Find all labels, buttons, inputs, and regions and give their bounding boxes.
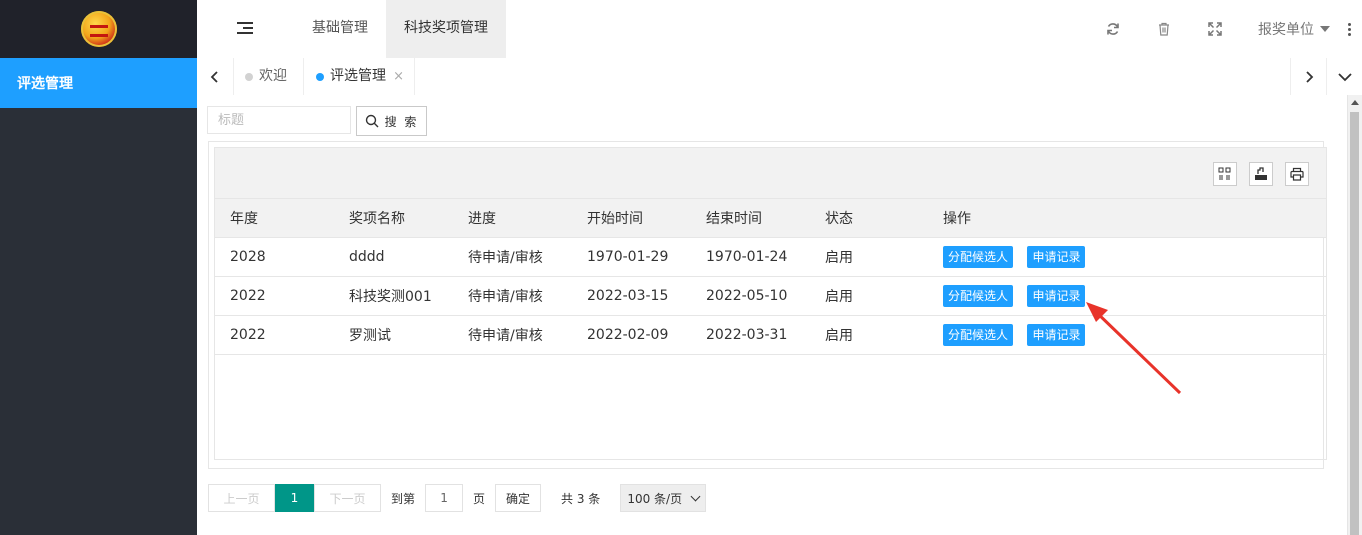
title-search-input[interactable] bbox=[207, 106, 351, 134]
more-vertical-icon[interactable] bbox=[1336, 22, 1362, 36]
caret-down-icon bbox=[1320, 26, 1330, 32]
cell-start-time: 2022-03-15 bbox=[572, 276, 691, 316]
cell-start-time: 2022-02-09 bbox=[572, 315, 691, 355]
cell-award-name: 罗测试 bbox=[334, 315, 453, 355]
cell-progress: 待申请/审核 bbox=[453, 315, 572, 355]
search-button-label: 搜 索 bbox=[384, 114, 419, 129]
table-row: 2028 dddd 待申请/审核 1970-01-29 1970-01-24 启… bbox=[215, 237, 1326, 277]
cell-end-time: 2022-03-31 bbox=[691, 315, 810, 355]
tab-label: 欢迎 bbox=[259, 68, 287, 84]
tab-dot-icon bbox=[245, 73, 253, 81]
next-page-button[interactable]: 下一页 bbox=[314, 484, 381, 512]
header-tools: 报奖单位 bbox=[1087, 0, 1362, 58]
cell-year: 2022 bbox=[215, 315, 334, 355]
vertical-scrollbar[interactable] bbox=[1347, 95, 1362, 535]
tab-review-management[interactable]: 评选管理 × bbox=[304, 58, 415, 95]
col-header-actions: 操作 bbox=[928, 199, 1326, 238]
page-size-value: 100 条/页 bbox=[627, 491, 683, 506]
menu-toggle-icon[interactable] bbox=[237, 19, 255, 39]
cell-award-name: 科技奖测001 bbox=[334, 276, 453, 316]
application-record-button[interactable]: 申请记录 bbox=[1027, 324, 1086, 346]
pagination: 上一页 1 下一页 到第 页 确定 共 3 条 100 条/页 bbox=[208, 483, 707, 513]
refresh-icon[interactable] bbox=[1087, 0, 1138, 58]
logo-area bbox=[0, 0, 197, 58]
cell-actions: 分配候选人 申请记录 bbox=[928, 237, 1326, 277]
tab-tools bbox=[1290, 58, 1362, 95]
sidebar-item-label: 评选管理 bbox=[17, 76, 73, 92]
chevron-down-icon bbox=[690, 491, 701, 502]
goto-page-input[interactable] bbox=[425, 484, 464, 512]
fullscreen-icon[interactable] bbox=[1189, 0, 1240, 58]
unit-dropdown[interactable]: 报奖单位 bbox=[1240, 19, 1336, 39]
sidebar-item-review-management[interactable]: 评选管理 bbox=[0, 58, 197, 108]
tab-options-chevron-down-icon[interactable] bbox=[1326, 58, 1362, 95]
total-count: 共 3 条 bbox=[561, 491, 601, 506]
assign-candidate-button[interactable]: 分配候选人 bbox=[943, 285, 1014, 307]
tab-scroll-left-icon[interactable] bbox=[197, 58, 234, 95]
scrollbar-thumb[interactable] bbox=[1350, 112, 1359, 535]
col-header-status: 状态 bbox=[810, 199, 928, 238]
scroll-up-icon[interactable] bbox=[1351, 100, 1359, 105]
cell-progress: 待申请/审核 bbox=[453, 276, 572, 316]
sidebar: 评选管理 bbox=[0, 0, 197, 535]
col-header-end-time: 结束时间 bbox=[691, 199, 810, 238]
table-toolbar bbox=[215, 148, 1326, 199]
nav-tech-award-management[interactable]: 科技奖项管理 bbox=[386, 0, 506, 58]
col-header-year: 年度 bbox=[215, 199, 334, 238]
col-header-start-time: 开始时间 bbox=[572, 199, 691, 238]
annotation-arrow-icon bbox=[1086, 302, 1182, 395]
top-header: 基础管理 科技奖项管理 报奖单位 bbox=[197, 0, 1362, 59]
logo bbox=[80, 11, 117, 47]
tab-welcome[interactable]: 欢迎 bbox=[233, 58, 304, 95]
goto-confirm-button[interactable]: 确定 bbox=[495, 484, 542, 512]
cell-end-time: 1970-01-24 bbox=[691, 237, 810, 277]
search-icon bbox=[365, 114, 379, 128]
page-tabs: 欢迎 评选管理 × bbox=[233, 58, 415, 95]
goto-prefix: 到第 bbox=[391, 491, 416, 506]
cell-start-time: 1970-01-29 bbox=[572, 237, 691, 277]
cell-year: 2022 bbox=[215, 276, 334, 316]
col-header-award-name: 奖项名称 bbox=[334, 199, 453, 238]
trash-icon[interactable] bbox=[1138, 0, 1189, 58]
tab-scroll-right-icon[interactable] bbox=[1290, 58, 1326, 95]
search-button[interactable]: 搜 索 bbox=[356, 106, 427, 136]
print-icon[interactable] bbox=[1285, 162, 1309, 186]
page-size-select[interactable]: 100 条/页 bbox=[620, 484, 707, 512]
application-record-button[interactable]: 申请记录 bbox=[1027, 246, 1086, 268]
page-1-button[interactable]: 1 bbox=[275, 484, 314, 512]
tab-dot-icon bbox=[316, 73, 324, 81]
close-icon[interactable]: × bbox=[393, 58, 404, 95]
tab-label: 评选管理 bbox=[330, 68, 386, 84]
export-icon[interactable] bbox=[1249, 162, 1273, 186]
cell-status: 启用 bbox=[810, 315, 928, 355]
cell-year: 2028 bbox=[215, 237, 334, 277]
top-nav: 基础管理 科技奖项管理 bbox=[294, 0, 506, 58]
prev-page-button[interactable]: 上一页 bbox=[208, 484, 275, 512]
assign-candidate-button[interactable]: 分配候选人 bbox=[943, 246, 1014, 268]
cell-progress: 待申请/审核 bbox=[453, 237, 572, 277]
col-header-progress: 进度 bbox=[453, 199, 572, 238]
assign-candidate-button[interactable]: 分配候选人 bbox=[943, 324, 1014, 346]
cell-status: 启用 bbox=[810, 237, 928, 277]
cell-status: 启用 bbox=[810, 276, 928, 316]
unit-label: 报奖单位 bbox=[1258, 22, 1314, 38]
tab-bar: 欢迎 评选管理 × bbox=[197, 58, 1362, 96]
cell-award-name: dddd bbox=[334, 237, 453, 277]
goto-suffix: 页 bbox=[473, 491, 486, 506]
table-header-row: 年度 奖项名称 进度 开始时间 结束时间 状态 操作 bbox=[215, 199, 1326, 238]
application-record-button[interactable]: 申请记录 bbox=[1027, 285, 1086, 307]
nav-basic-management[interactable]: 基础管理 bbox=[294, 0, 386, 58]
columns-filter-icon[interactable] bbox=[1213, 162, 1237, 186]
cell-end-time: 2022-05-10 bbox=[691, 276, 810, 316]
